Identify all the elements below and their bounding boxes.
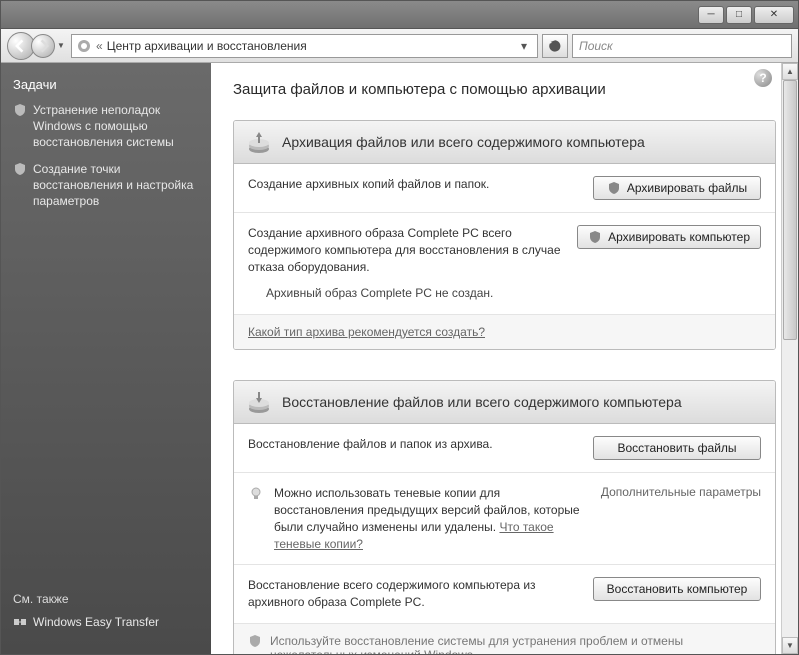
sidebar-link-restore-point[interactable]: Создание точки восстановления и настройк… <box>13 161 199 210</box>
shield-icon <box>588 230 602 244</box>
window: ─ □ ✕ ▼ « Центр архивации и восстановлен… <box>0 0 799 655</box>
row-subtext: Архивный образ Complete PC не создан. <box>266 285 565 302</box>
location-icon <box>76 38 92 54</box>
button-label: Восстановить файлы <box>617 441 736 455</box>
nav-buttons: ▼ <box>7 32 67 60</box>
scrollbar-thumb[interactable] <box>783 80 797 340</box>
address-bar[interactable]: « Центр архивации и восстановления ▾ <box>71 34 538 58</box>
main-inner: Защита файлов и компьютера с помощью арх… <box>211 63 798 654</box>
restore-panel-header: Восстановление файлов или всего содержим… <box>234 381 775 424</box>
backup-computer-row: Создание архивного образа Complete PC вс… <box>234 213 775 315</box>
scroll-up-button[interactable]: ▲ <box>782 63 798 80</box>
row-text: Восстановление файлов и папок из архива. <box>248 436 581 453</box>
nav-history-dropdown[interactable]: ▼ <box>55 41 67 50</box>
sidebar-link-easy-transfer[interactable]: Windows Easy Transfer <box>13 614 199 630</box>
sidebar-link-label: Создание точки восстановления и настройк… <box>33 161 199 210</box>
arrow-right-icon <box>36 39 50 53</box>
address-dropdown[interactable]: ▾ <box>515 39 533 53</box>
sidebar-link-repair[interactable]: Устранение неполадок Windows с помощью в… <box>13 102 199 151</box>
shadow-copy-row: Можно использовать теневые копии для вос… <box>234 473 775 565</box>
page-title: Защита файлов и компьютера с помощью арх… <box>233 81 776 98</box>
restore-panel: Восстановление файлов или всего содержим… <box>233 380 776 654</box>
close-button[interactable]: ✕ <box>754 6 794 24</box>
help-button[interactable]: ? <box>754 69 772 87</box>
sidebar-tasks-heading: Задачи <box>13 77 199 92</box>
backup-type-link[interactable]: Какой тип архива рекомендуется создать? <box>248 325 485 339</box>
shield-icon <box>248 634 262 648</box>
search-input[interactable]: Поиск <box>572 34 792 58</box>
restore-panel-title: Восстановление файлов или всего содержим… <box>282 394 682 410</box>
breadcrumb-prefix: « <box>96 39 103 53</box>
vertical-scrollbar[interactable]: ▲ ▼ <box>781 63 798 654</box>
restore-icon <box>246 389 272 415</box>
refresh-icon <box>549 40 561 52</box>
maximize-button[interactable]: □ <box>726 6 752 24</box>
main-panel: ? Защита файлов и компьютера с помощью а… <box>211 63 798 654</box>
sidebar: Задачи Устранение неполадок Windows с по… <box>1 63 211 654</box>
restore-computer-button[interactable]: Восстановить компьютер <box>593 577 761 601</box>
minimize-button[interactable]: ─ <box>698 6 724 24</box>
shield-icon <box>13 162 27 176</box>
backup-computer-button[interactable]: Архивировать компьютер <box>577 225 761 249</box>
restore-panel-footer: Используйте восстановление системы для у… <box>234 624 775 654</box>
restore-files-row: Восстановление файлов и папок из архива.… <box>234 424 775 473</box>
restore-files-button[interactable]: Восстановить файлы <box>593 436 761 460</box>
shield-icon <box>607 181 621 195</box>
scroll-down-button[interactable]: ▼ <box>782 637 798 654</box>
content-area: Задачи Устранение неполадок Windows с по… <box>1 63 798 654</box>
backup-files-button[interactable]: Архивировать файлы <box>593 176 761 200</box>
restore-computer-row: Восстановление всего содержимого компьют… <box>234 565 775 624</box>
row-text: Восстановление всего содержимого компьют… <box>248 577 581 611</box>
arrow-left-icon <box>14 39 28 53</box>
footer-text: Используйте восстановление системы для у… <box>270 634 761 654</box>
button-label: Архивировать файлы <box>627 181 747 195</box>
sidebar-spacer <box>13 219 199 592</box>
backup-panel-title: Архивация файлов или всего содержимого к… <box>282 134 645 150</box>
sidebar-link-label: Устранение неполадок Windows с помощью в… <box>33 102 199 151</box>
sidebar-link-label: Windows Easy Transfer <box>33 614 199 630</box>
breadcrumb: Центр архивации и восстановления <box>107 39 515 53</box>
search-placeholder: Поиск <box>579 39 613 53</box>
backup-panel-body: Создание архивных копий файлов и папок. … <box>234 164 775 349</box>
button-label: Архивировать компьютер <box>608 230 750 244</box>
sidebar-see-also-heading: См. также <box>13 592 199 606</box>
forward-button[interactable] <box>31 34 55 58</box>
advanced-options-link[interactable]: Дополнительные параметры <box>593 485 761 499</box>
backup-panel-footer: Какой тип архива рекомендуется создать? <box>234 315 775 349</box>
restore-panel-body: Восстановление файлов и папок из архива.… <box>234 424 775 654</box>
backup-files-row: Создание архивных копий файлов и папок. … <box>234 164 775 213</box>
backup-panel: Архивация файлов или всего содержимого к… <box>233 120 776 350</box>
toolbar: ▼ « Центр архивации и восстановления ▾ П… <box>1 29 798 63</box>
lightbulb-icon <box>248 486 264 502</box>
backup-panel-header: Архивация файлов или всего содержимого к… <box>234 121 775 164</box>
row-text: Создание архивных копий файлов и папок. <box>248 176 581 193</box>
transfer-icon <box>13 615 27 629</box>
tip-row: Можно использовать теневые копии для вос… <box>248 485 581 552</box>
titlebar: ─ □ ✕ <box>1 1 798 29</box>
button-label: Восстановить компьютер <box>607 582 748 596</box>
shield-icon <box>13 103 27 117</box>
backup-icon <box>246 129 272 155</box>
scrollbar-track[interactable] <box>782 80 798 637</box>
row-text: Создание архивного образа Complete PC вс… <box>248 225 565 302</box>
refresh-button[interactable] <box>542 34 568 58</box>
